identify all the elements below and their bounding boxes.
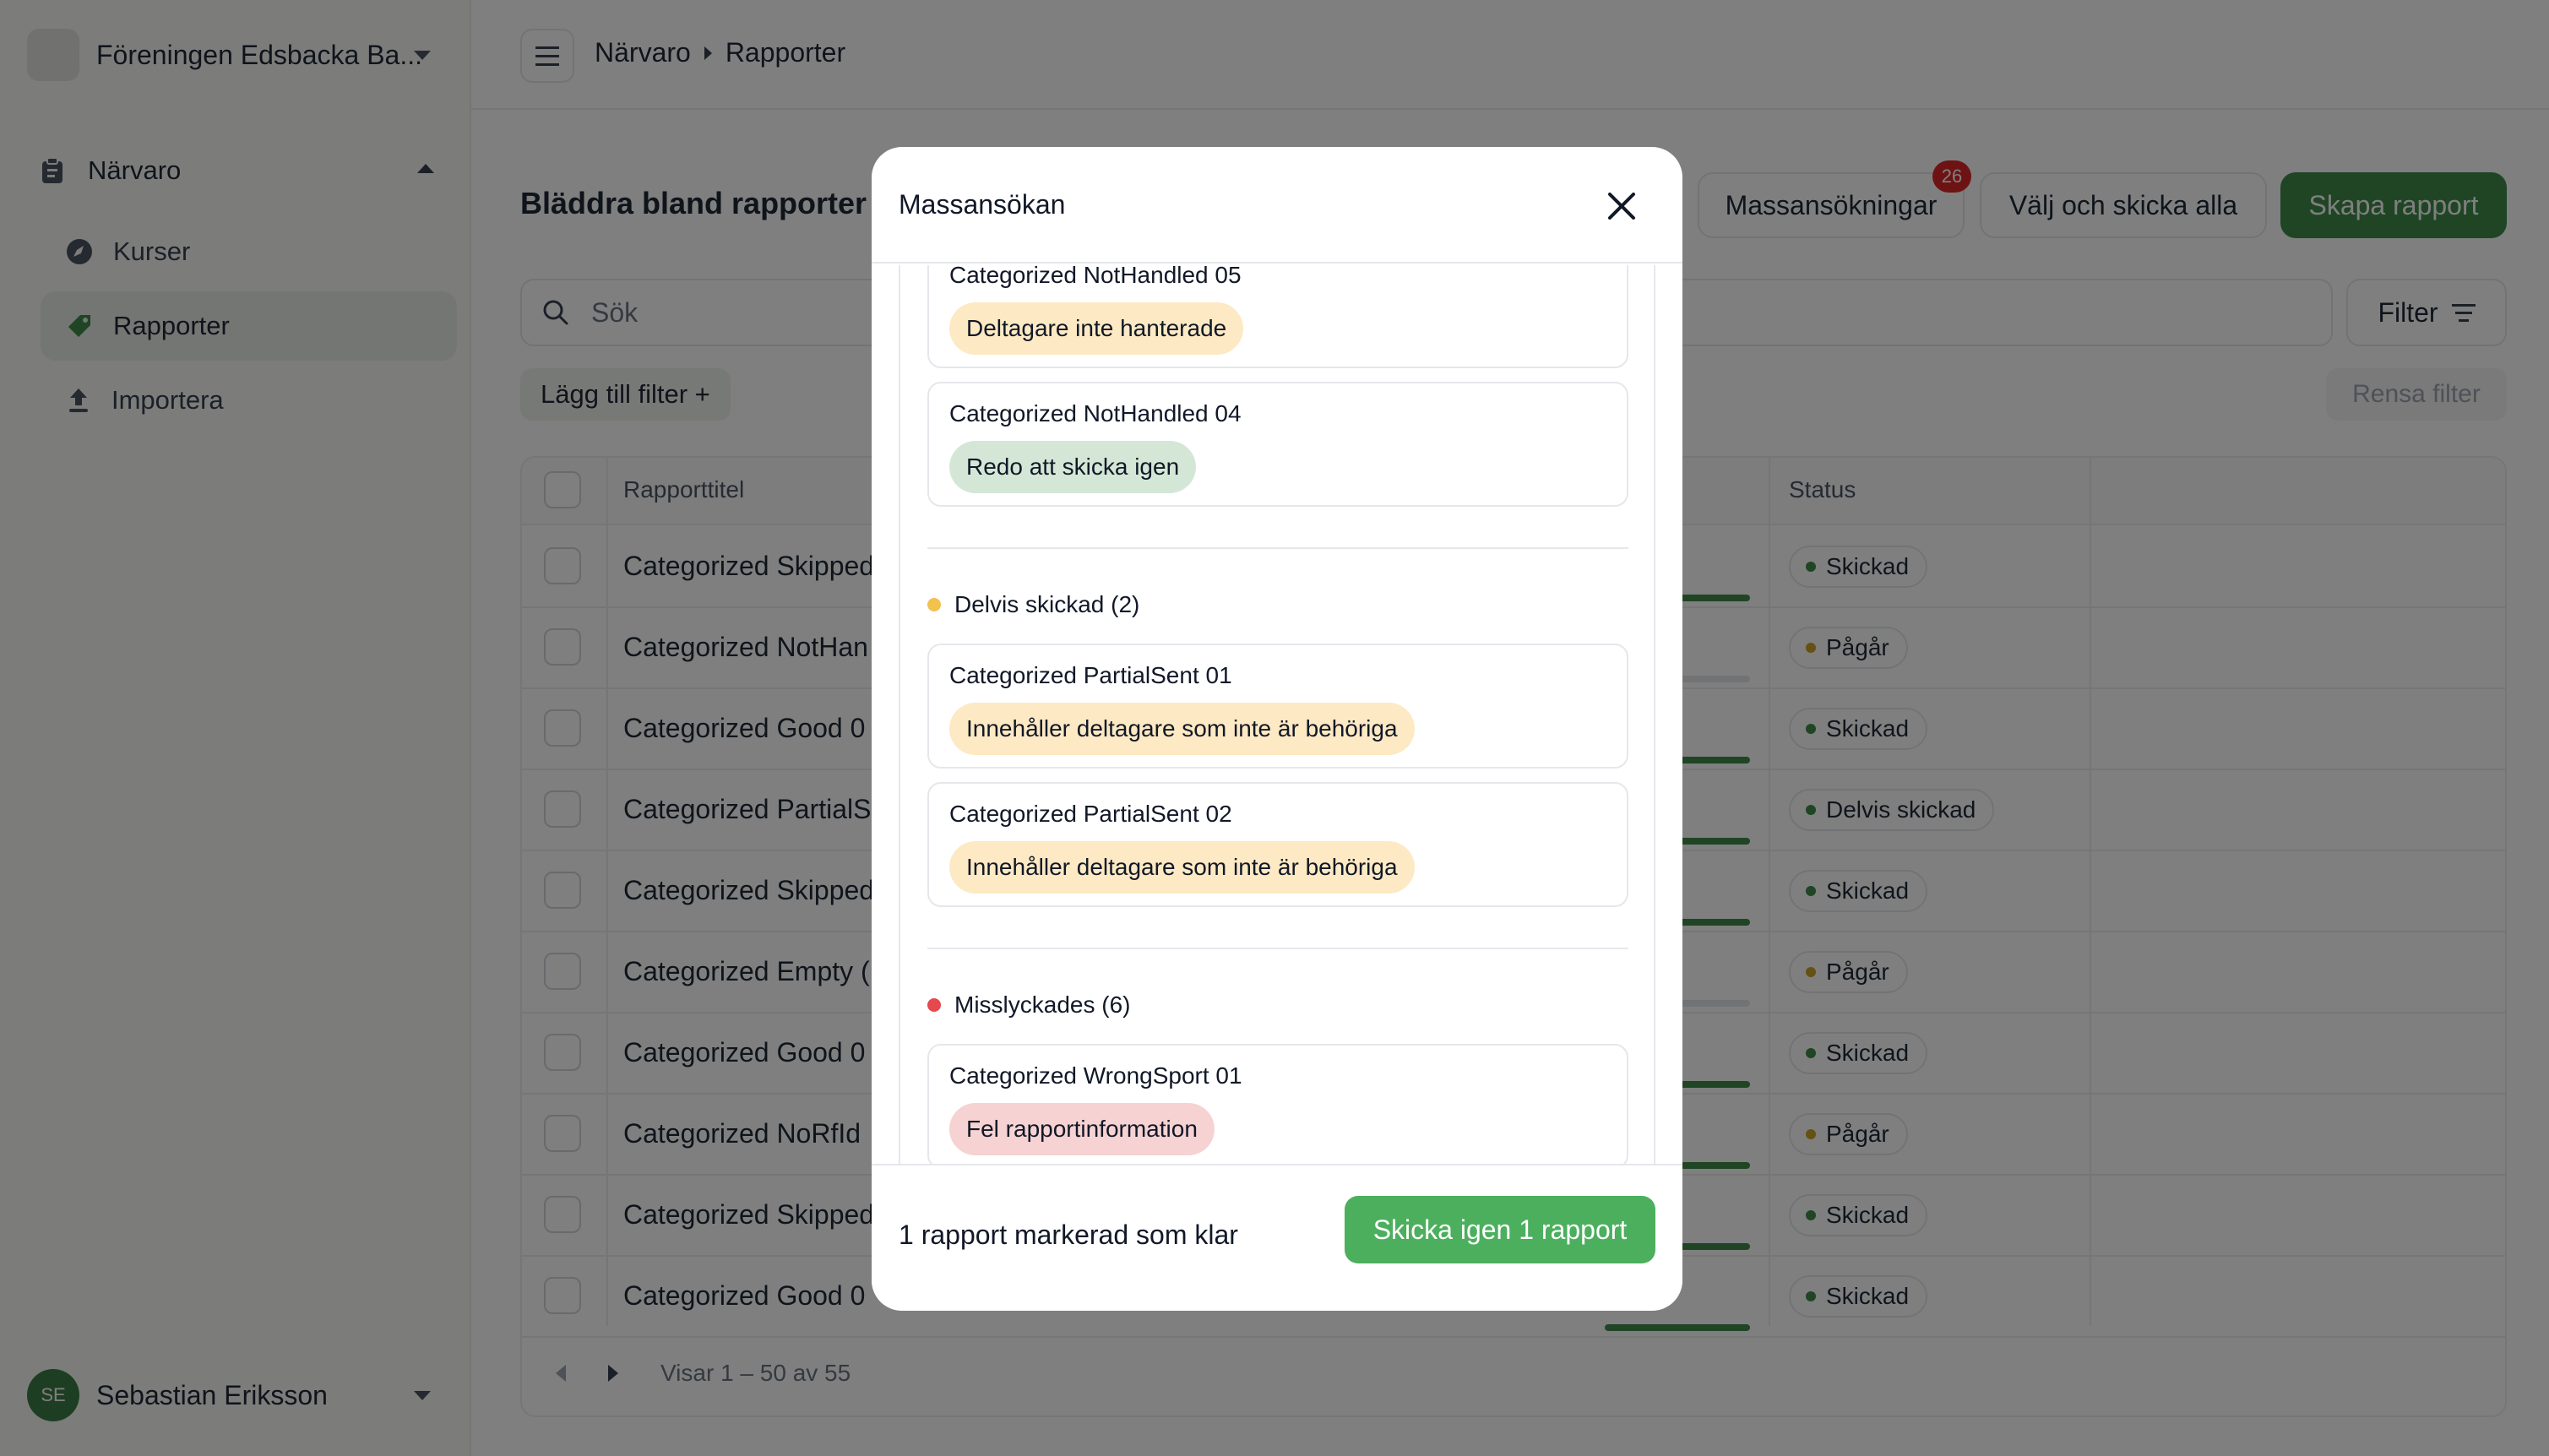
report-card-title: Categorized NotHandled 05 (949, 265, 1242, 288)
status-dot (927, 998, 941, 1012)
report-card[interactable]: Categorized NotHandled 04 Redo att skick… (927, 382, 1628, 507)
report-card[interactable]: Categorized WrongSport 01 Fel rapportinf… (927, 1044, 1628, 1164)
report-card-tag: Innehåller deltagare som inte är behörig… (949, 841, 1415, 894)
app-root: Föreningen Edsbacka Ba... Närvaro Kurser (0, 0, 2549, 1456)
report-card-tag: Deltagare inte hanterade (949, 302, 1244, 355)
modal-footer: 1 rapport markerad som klar Skicka igen … (872, 1164, 1682, 1311)
group-divider (927, 547, 1628, 549)
close-icon[interactable] (1605, 189, 1639, 223)
modal-header: Massansökan (872, 147, 1682, 263)
report-card-tag: Innehåller deltagare som inte är behörig… (949, 703, 1415, 755)
selection-summary: 1 rapport markerad som klar (899, 1220, 1238, 1250)
resend-button[interactable]: Skicka igen 1 rapport (1345, 1196, 1655, 1263)
report-card[interactable]: Categorized PartialSent 02 Innehåller de… (927, 782, 1628, 907)
report-card[interactable]: Categorized PartialSent 01 Innehåller de… (927, 644, 1628, 769)
status-dot (927, 598, 941, 611)
group-divider (927, 948, 1628, 949)
report-card[interactable]: Categorized NotHandled 05 Deltagare inte… (927, 265, 1628, 368)
report-card-title: Categorized PartialSent 02 (949, 801, 1232, 827)
resend-button-label: Skicka igen 1 rapport (1372, 1214, 1628, 1245)
report-card-tag: Redo att skicka igen (949, 441, 1197, 493)
report-card-tag: Fel rapportinformation (949, 1103, 1215, 1155)
modal-body[interactable]: Categorized NotHandled 05 Deltagare inte… (899, 265, 1655, 1164)
report-card-title: Categorized PartialSent 01 (949, 662, 1232, 688)
group-label-delvis-skickad: Delvis skickad (2) (927, 591, 1139, 618)
group-label-text: Misslyckades (6) (954, 991, 1131, 1018)
group-label-misslyckades: Misslyckades (6) (927, 991, 1130, 1019)
report-card-title: Categorized WrongSport 01 (949, 1062, 1242, 1089)
group-label-text: Delvis skickad (2) (954, 591, 1140, 617)
report-card-title: Categorized NotHandled 04 (949, 400, 1242, 426)
mass-application-modal: Massansökan Categorized NotHandled 05 De… (872, 147, 1682, 1311)
modal-title: Massansökan (899, 189, 1066, 220)
